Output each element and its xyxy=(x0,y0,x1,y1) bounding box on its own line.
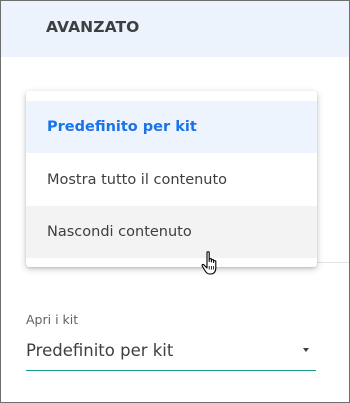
menu-item-hide-content[interactable]: Nascondi contenuto xyxy=(26,206,317,258)
menu-item-label: Predefinito per kit xyxy=(47,119,197,135)
open-kits-select[interactable]: Predefinito per kit xyxy=(26,336,316,371)
menu-item-label: Mostra tutto il contenuto xyxy=(47,172,228,188)
menu-item-default-per-kit[interactable]: Predefinito per kit xyxy=(26,101,317,153)
section-title: AVANZATO xyxy=(46,18,140,36)
section-header: AVANZATO xyxy=(1,1,349,57)
menu-item-label: Nascondi contenuto xyxy=(47,224,192,240)
caret-down-icon xyxy=(303,348,309,352)
settings-panel: AVANZATO Apri i kit Predefinito per kit … xyxy=(0,0,350,403)
select-value: Predefinito per kit xyxy=(26,341,174,360)
dropdown-menu: Predefinito per kit Mostra tutto il cont… xyxy=(26,91,317,267)
field-label: Apri i kit xyxy=(26,312,79,327)
menu-item-show-all-content[interactable]: Mostra tutto il contenuto xyxy=(26,154,317,206)
